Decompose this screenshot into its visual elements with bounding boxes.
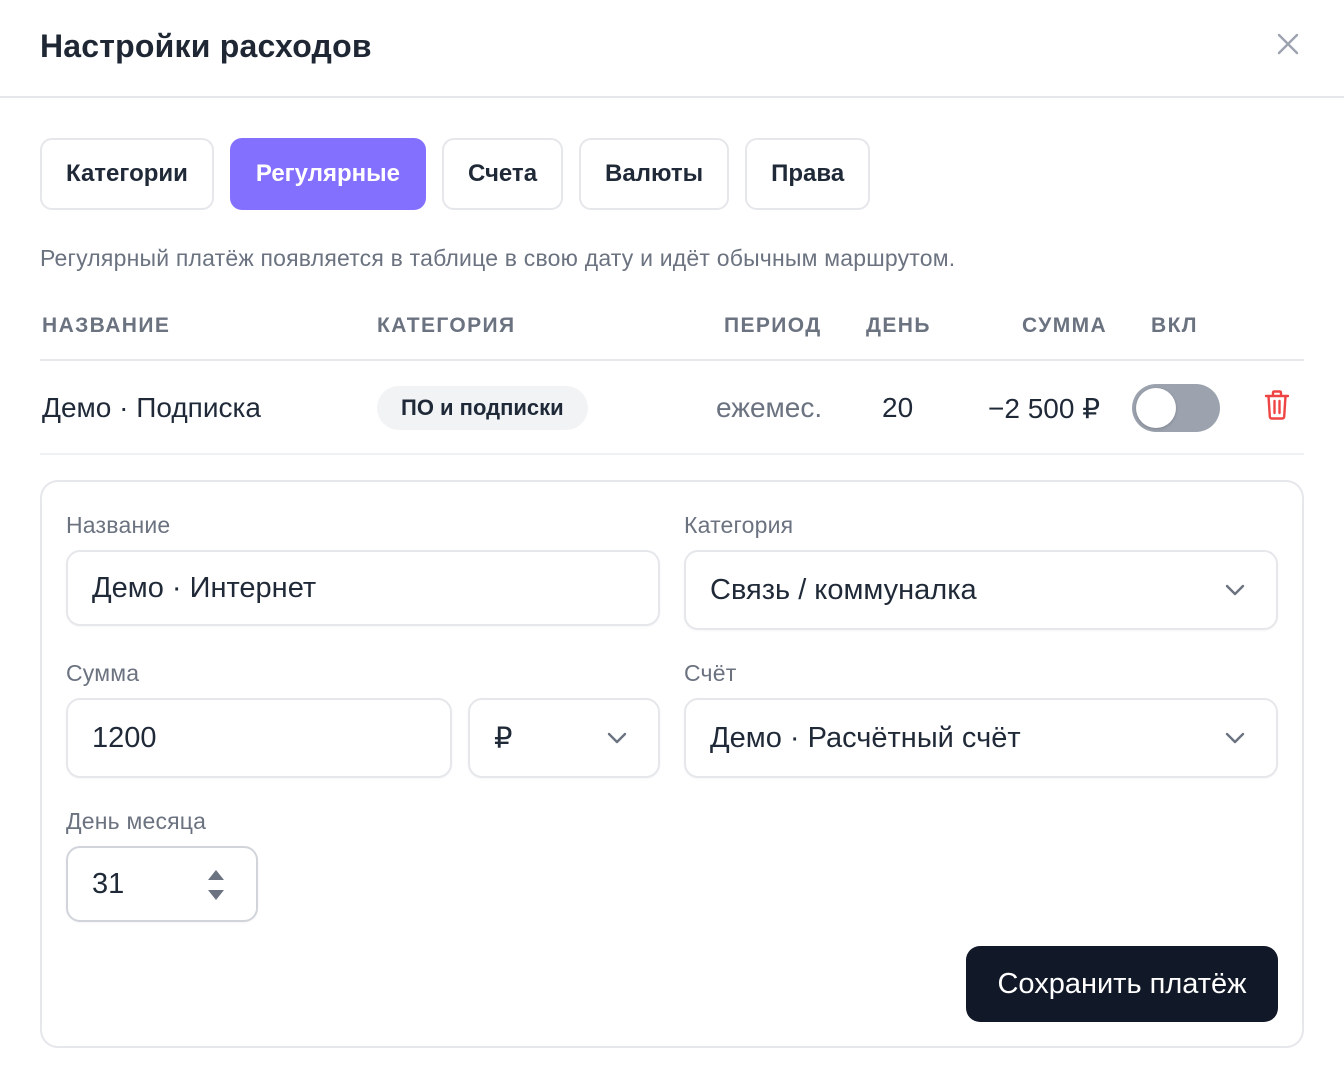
category-select-value: Связь / коммуналка <box>710 573 977 606</box>
account-select-value: Демо · Расчётный счёт <box>710 721 1021 754</box>
column-header-category: КАТЕГОРИЯ <box>377 314 516 337</box>
modal-header: Настройки расходов <box>0 0 1344 98</box>
column-header-enabled: ВКЛ <box>1151 314 1198 337</box>
delete-button[interactable] <box>1263 389 1291 428</box>
column-header-period: ПЕРИОД <box>724 314 822 337</box>
tab-categories[interactable]: Категории <box>40 138 214 210</box>
settings-modal: Настройки расходов Категории Регулярные … <box>0 0 1344 1088</box>
trash-icon <box>1264 389 1290 420</box>
tab-permissions[interactable]: Права <box>745 138 871 210</box>
row-amount: −2 500 ₽ <box>988 392 1101 424</box>
recurring-hint: Регулярный платёж появляется в таблице в… <box>40 245 956 271</box>
amount-label: Сумма <box>66 660 140 686</box>
account-select[interactable]: Демо · Расчётный счёт <box>684 698 1278 778</box>
enabled-toggle[interactable] <box>1132 384 1220 432</box>
name-input[interactable]: Демо · Интернет <box>66 550 660 626</box>
tab-accounts[interactable]: Счета <box>441 138 564 210</box>
row-period: ежемес. <box>716 392 823 423</box>
currency-select[interactable]: ₽ <box>468 698 660 778</box>
category-label: Категория <box>684 512 794 538</box>
close-button[interactable] <box>1266 24 1310 64</box>
day-stepper[interactable]: 31 <box>66 846 258 922</box>
column-header-name: НАЗВАНИЕ <box>42 314 171 337</box>
currency-select-value: ₽ <box>494 722 513 755</box>
table-row: Демо · Подписка ПО и подписки ежемес. 20… <box>40 361 1304 455</box>
chevron-down-icon <box>1225 732 1245 744</box>
chevron-down-icon <box>1225 584 1245 596</box>
tab-recurring[interactable]: Регулярные <box>229 138 426 210</box>
tab-bar: Категории Регулярные Счета Валюты Права <box>40 138 871 210</box>
row-day: 20 <box>882 392 914 423</box>
name-label: Название <box>66 512 171 538</box>
payment-form: Название Демо · Интернет Категория Связь… <box>40 480 1304 1048</box>
row-name: Демо · Подписка <box>42 392 261 423</box>
column-header-day: ДЕНЬ <box>866 314 931 337</box>
category-select[interactable]: Связь / коммуналка <box>684 550 1278 630</box>
category-badge: ПО и подписки <box>377 386 588 430</box>
tab-currencies[interactable]: Валюты <box>579 138 730 210</box>
save-payment-button[interactable]: Сохранить платёж <box>966 946 1278 1022</box>
day-label: День месяца <box>66 808 207 834</box>
toggle-knob <box>1136 388 1176 428</box>
account-label: Счёт <box>684 660 737 686</box>
modal-title: Настройки расходов <box>40 28 372 64</box>
day-stepper-value: 31 <box>92 867 125 900</box>
chevron-down-icon <box>607 732 627 744</box>
column-header-amount: СУММА <box>1022 314 1108 337</box>
spinner-arrows-icon[interactable] <box>206 866 226 904</box>
amount-input[interactable]: 1200 <box>66 698 452 778</box>
close-icon <box>1277 33 1299 55</box>
